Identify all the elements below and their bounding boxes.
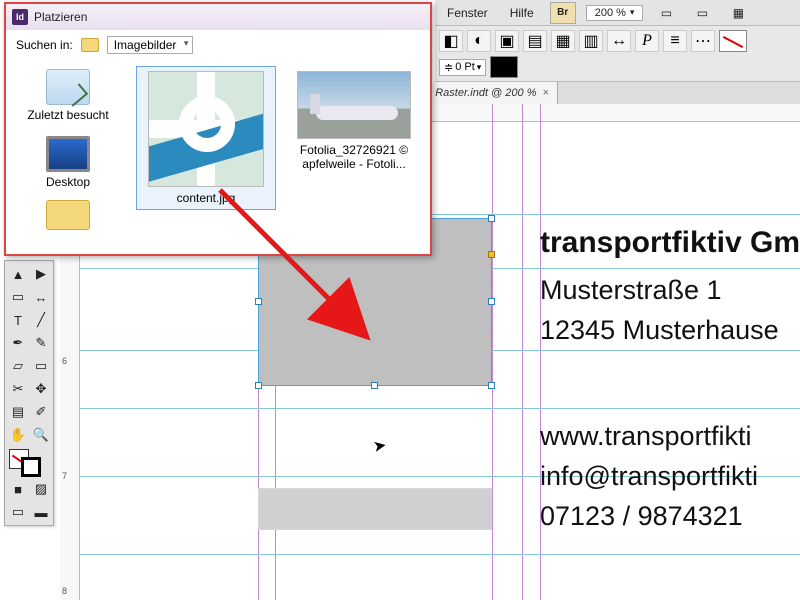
ruler-mark: 6 <box>62 356 77 366</box>
resize-handle[interactable] <box>255 382 262 389</box>
direct-selection-tool[interactable]: ▶ <box>30 263 52 285</box>
file-thumbnail <box>297 71 411 139</box>
pen-tool[interactable]: ✒ <box>7 332 29 354</box>
stroke-weight-value: 0 Pt <box>455 61 475 73</box>
row-guide <box>80 554 800 555</box>
arrange-icon[interactable]: ▦ <box>725 2 751 24</box>
rectangle-frame-tool[interactable]: ▱ <box>7 355 29 377</box>
column-guide <box>522 104 523 600</box>
wrap-none-icon[interactable]: ▣ <box>495 30 519 52</box>
menu-fenster[interactable]: Fenster <box>441 4 494 22</box>
sidebar-item-label: Zuletzt besucht <box>27 108 108 122</box>
lookin-row: Suchen in: Imagebilder <box>6 30 430 60</box>
resize-handle[interactable] <box>488 382 495 389</box>
mouse-cursor-icon: ➤ <box>371 435 388 457</box>
folder-icon <box>46 200 90 230</box>
indesign-icon: Id <box>12 9 28 25</box>
align-icon[interactable]: ≡ <box>663 30 687 52</box>
menubar: Fenster Hilfe Br 200 % ▾ ▭ ▭ ▦ <box>435 0 800 26</box>
company-name: transportfiktiv Gm <box>540 222 800 264</box>
dialog-title: Platzieren <box>34 10 87 24</box>
type-tool[interactable]: T <box>7 309 29 331</box>
city-line: 12345 Musterhause <box>540 312 779 350</box>
zoom-field[interactable]: 200 % ▾ <box>586 5 644 21</box>
file-name: content.jpg <box>177 191 236 205</box>
normal-view-icon[interactable]: ▭ <box>7 501 29 523</box>
menu-hilfe[interactable]: Hilfe <box>504 4 540 22</box>
zoom-value: 200 % <box>595 7 626 19</box>
desktop-icon <box>46 136 90 172</box>
resize-handle[interactable] <box>488 298 495 305</box>
ruler-mark: 7 <box>62 471 77 481</box>
distribute-icon[interactable]: ⋯ <box>691 30 715 52</box>
gap-tool[interactable]: ↔ <box>30 286 52 308</box>
recent-icon <box>46 69 90 105</box>
eyedropper-tool[interactable]: ✐ <box>30 401 52 423</box>
drop-shadow-icon[interactable]: ◐ <box>467 30 491 52</box>
wrap-bound-icon[interactable]: ▤ <box>523 30 547 52</box>
row-guide <box>80 408 800 409</box>
phone-line: 07123 / 9874321 <box>540 498 743 536</box>
fill-swatch[interactable] <box>490 56 518 78</box>
place-dialog: Id Platzieren Suchen in: Imagebilder Zul… <box>4 2 432 256</box>
fill-stroke-swatch[interactable] <box>7 447 52 477</box>
pencil-tool[interactable]: ✎ <box>30 332 52 354</box>
resize-handle[interactable] <box>255 298 262 305</box>
line-tool[interactable]: ╱ <box>30 309 52 331</box>
selection-tool[interactable]: ▲ <box>7 263 29 285</box>
mail-line: info@transportfikti <box>540 458 758 496</box>
preview-view-icon[interactable]: ▬ <box>30 501 52 523</box>
ruler-mark: 8 <box>62 586 77 596</box>
apply-gradient-icon[interactable]: ▨ <box>30 478 52 500</box>
sidebar-item-folder[interactable] <box>12 200 124 233</box>
sidebar-item-desktop[interactable]: Desktop <box>12 133 124 192</box>
lookin-combo[interactable]: Imagebilder <box>107 36 194 54</box>
lookin-label: Suchen in: <box>16 38 73 52</box>
column-guide <box>492 104 493 600</box>
file-thumbnail <box>148 71 264 187</box>
pathfinder-icon[interactable]: P <box>635 30 659 52</box>
sidebar-item-label: Desktop <box>46 175 90 189</box>
chevron-down-icon: ▾ <box>630 7 635 18</box>
image-frame[interactable] <box>258 488 492 530</box>
wrap-shape-icon[interactable]: ▦ <box>551 30 575 52</box>
hand-tool[interactable]: ✋ <box>7 424 29 446</box>
close-icon[interactable]: × <box>542 87 548 99</box>
web-line: www.transportfikti <box>540 418 752 456</box>
stroke-swatch-icon <box>21 457 41 477</box>
gap-tool-icon[interactable]: ↔ <box>607 30 631 52</box>
file-item[interactable]: Fotolia_32726921 © apfelweile - Fotoli..… <box>284 66 424 177</box>
page-tool[interactable]: ▭ <box>7 286 29 308</box>
wrap-jump-icon[interactable]: ▥ <box>579 30 603 52</box>
street-line: Musterstraße 1 <box>540 272 722 310</box>
dialog-titlebar[interactable]: Id Platzieren <box>6 4 430 30</box>
control-strip: ◧ ◐ ▣ ▤ ▦ ▥ ↔ P ≡ ⋯ ≑0 Pt▾ ↻ ⇋ ⇵ ▢ ◎ ▱ ▰ <box>435 26 800 82</box>
sidebar-item-recent[interactable]: Zuletzt besucht <box>12 66 124 125</box>
file-list[interactable]: content.jpg Fotolia_32726921 © apfelweil… <box>130 60 430 254</box>
corner-options-icon[interactable]: ◧ <box>439 30 463 52</box>
tool-panel: ▲ ▶ ▭ ↔ T ╱ ✒ ✎ ▱ ▭ ✂ ✥ ▤ ✐ ✋ 🔍 ■ ▨ ▭ ▬ <box>4 260 54 526</box>
folder-icon <box>81 38 99 52</box>
gradient-tool[interactable]: ▤ <box>7 401 29 423</box>
stroke-weight-field[interactable]: ≑0 Pt▾ <box>439 59 486 76</box>
apply-color-icon[interactable]: ■ <box>7 478 29 500</box>
resize-handle[interactable] <box>371 382 378 389</box>
rectangle-tool[interactable]: ▭ <box>30 355 52 377</box>
places-sidebar: Zuletzt besucht Desktop <box>6 60 130 254</box>
resize-handle[interactable] <box>488 215 495 222</box>
view-options-icon[interactable]: ▭ <box>653 2 679 24</box>
zoom-tool[interactable]: 🔍 <box>30 424 52 446</box>
file-item-selected[interactable]: content.jpg <box>136 66 276 210</box>
out-port-handle[interactable] <box>488 251 495 258</box>
screen-mode-icon[interactable]: ▭ <box>689 2 715 24</box>
file-name: Fotolia_32726921 © apfelweile - Fotoli..… <box>289 143 419 172</box>
bridge-button[interactable]: Br <box>550 2 576 24</box>
free-transform-tool[interactable]: ✥ <box>30 378 52 400</box>
scissors-tool[interactable]: ✂ <box>7 378 29 400</box>
stroke-none-swatch[interactable] <box>719 30 747 52</box>
